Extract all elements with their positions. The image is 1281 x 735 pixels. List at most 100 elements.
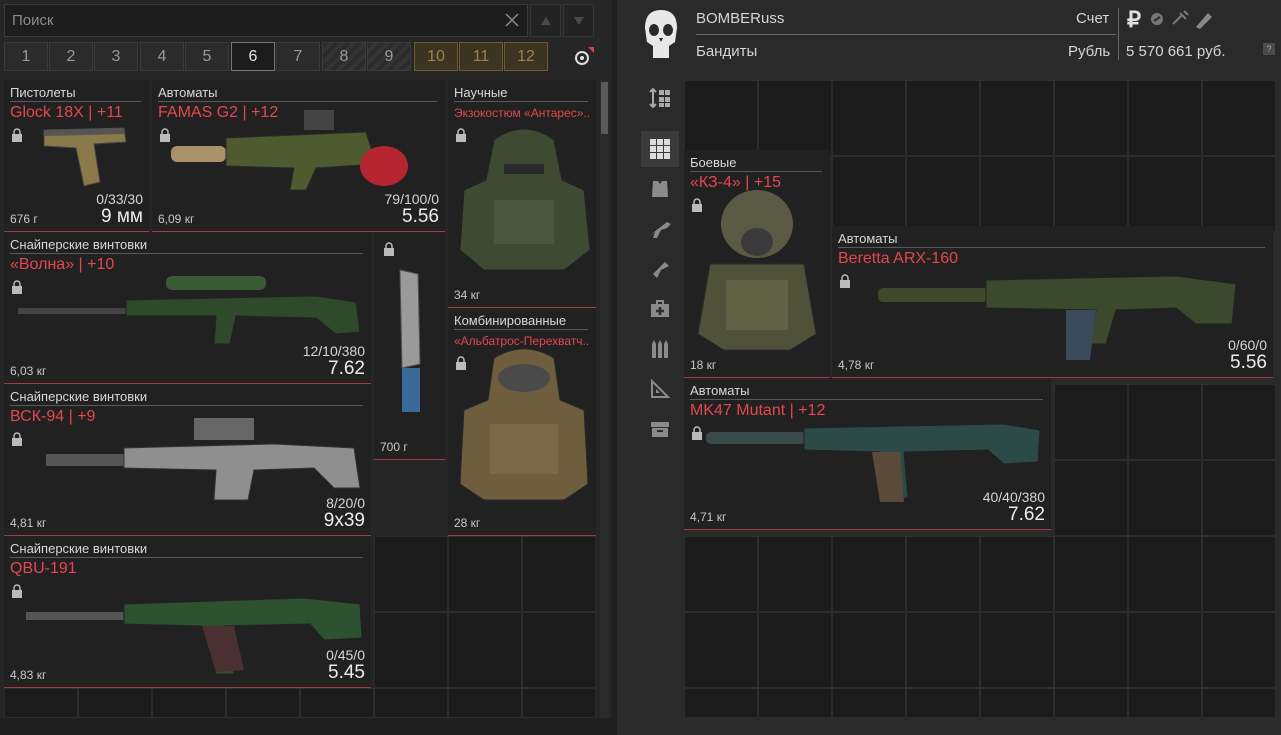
key-icon[interactable] xyxy=(1170,9,1190,29)
grid-cell[interactable] xyxy=(1054,156,1128,232)
tab-11[interactable]: 11 xyxy=(459,42,503,71)
grid-cell[interactable] xyxy=(448,688,522,718)
grid-cell[interactable] xyxy=(226,688,300,718)
grid-cell[interactable] xyxy=(1128,688,1202,718)
grid-cell[interactable] xyxy=(152,688,226,718)
filter-tools-button[interactable] xyxy=(641,371,679,407)
grid-cell[interactable] xyxy=(1202,536,1276,612)
filter-pistols-button[interactable] xyxy=(641,251,679,287)
grid-cell[interactable] xyxy=(684,536,758,612)
help-icon[interactable]: ? xyxy=(1263,43,1275,55)
grid-cell[interactable] xyxy=(980,156,1054,232)
item-mk47-mutant[interactable]: Автоматы MK47 Mutant | +12 40/40/380 7.6… xyxy=(684,378,1051,530)
filter-ammo-button[interactable] xyxy=(641,331,679,367)
grid-cell[interactable] xyxy=(906,612,980,688)
scrollbar-thumb[interactable] xyxy=(601,82,608,134)
grid-cell[interactable] xyxy=(1128,612,1202,688)
tab-12[interactable]: 12 xyxy=(504,42,548,71)
grid-cell[interactable] xyxy=(1054,384,1128,460)
item-volna[interactable]: Снайперские винтовки «Волна» | +10 12/10… xyxy=(4,232,371,384)
grid-cell[interactable] xyxy=(1202,80,1276,156)
coin-icon[interactable] xyxy=(1150,12,1164,26)
tab-9[interactable]: 9 xyxy=(367,42,411,71)
grid-cell[interactable] xyxy=(448,536,522,612)
filter-rifles-button[interactable] xyxy=(641,211,679,247)
grid-cell[interactable] xyxy=(758,688,832,718)
grid-cell[interactable] xyxy=(448,612,522,688)
grid-cell[interactable] xyxy=(1128,156,1202,232)
item-vsk-94[interactable]: Снайперские винтовки ВСК-94 | +9 8/20/0 … xyxy=(4,384,371,536)
grid-cell[interactable] xyxy=(758,612,832,688)
filter-misc-button[interactable] xyxy=(641,411,679,447)
grid-cell[interactable] xyxy=(980,612,1054,688)
grid-cell[interactable] xyxy=(832,612,906,688)
grid-cell[interactable] xyxy=(1054,536,1128,612)
grid-cell[interactable] xyxy=(906,80,980,156)
item-beretta-arx-160[interactable]: Автоматы Beretta ARX-160 0/60/0 5.56 4,7… xyxy=(832,226,1273,378)
item-glock-18x[interactable]: Пистолеты Glock 18X | +11 0/33/30 9 мм 6… xyxy=(4,80,149,232)
grid-cell[interactable] xyxy=(684,688,758,718)
grid-cell[interactable] xyxy=(1202,460,1276,536)
grid-cell[interactable] xyxy=(300,688,374,718)
grid-cell[interactable] xyxy=(1054,80,1128,156)
grid-cell[interactable] xyxy=(1202,156,1276,232)
tab-3[interactable]: 3 xyxy=(94,42,138,71)
tab-10[interactable]: 10 xyxy=(414,42,458,71)
scrollbar[interactable] xyxy=(600,80,609,718)
item-knife[interactable]: 700 г xyxy=(374,232,445,460)
grid-cell[interactable] xyxy=(832,536,906,612)
grid-cell[interactable] xyxy=(906,156,980,232)
grid-cell[interactable] xyxy=(1054,460,1128,536)
grid-cell[interactable] xyxy=(832,156,906,232)
ticket-icon[interactable] xyxy=(1192,9,1214,31)
grid-cell[interactable] xyxy=(4,688,78,718)
grid-cell[interactable] xyxy=(1128,384,1202,460)
tab-4[interactable]: 4 xyxy=(140,42,184,71)
grid-cell[interactable] xyxy=(832,688,906,718)
grid-cell[interactable] xyxy=(684,80,758,156)
grid-cell[interactable] xyxy=(1202,612,1276,688)
tab-6[interactable]: 6 xyxy=(231,42,275,71)
item-albatros[interactable]: Комбинированные «Альбатрос-Перехватч.. 2… xyxy=(448,308,596,536)
item-qbu-191[interactable]: Снайперские винтовки QBU-191 0/45/0 5.45… xyxy=(4,536,371,688)
grid-cell[interactable] xyxy=(684,612,758,688)
grid-cell[interactable] xyxy=(832,80,906,156)
grid-cell[interactable] xyxy=(1128,80,1202,156)
grid-cell[interactable] xyxy=(980,536,1054,612)
tab-2[interactable]: 2 xyxy=(49,42,93,71)
search-input[interactable] xyxy=(5,5,495,36)
grid-cell[interactable] xyxy=(374,536,448,612)
grid-cell[interactable] xyxy=(906,536,980,612)
tab-7[interactable]: 7 xyxy=(276,42,320,71)
grid-cell[interactable] xyxy=(78,688,152,718)
grid-cell[interactable] xyxy=(980,80,1054,156)
tab-1[interactable]: 1 xyxy=(4,42,48,71)
grid-cell[interactable] xyxy=(758,80,832,156)
sort-button[interactable] xyxy=(641,80,679,116)
ruble-icon[interactable]: ₽ xyxy=(1127,7,1141,33)
grid-cell[interactable] xyxy=(1054,612,1128,688)
grid-cell[interactable] xyxy=(980,688,1054,718)
grid-cell[interactable] xyxy=(1202,688,1276,718)
grid-cell[interactable] xyxy=(522,536,596,612)
item-antares-exosuit[interactable]: Научные Экзокостюм «Антарес».. 34 кг xyxy=(448,80,596,308)
grid-cell[interactable] xyxy=(1202,384,1276,460)
grid-cell[interactable] xyxy=(906,688,980,718)
item-kz-4[interactable]: Боевые «КЗ-4» | +15 18 кг xyxy=(684,150,830,378)
close-icon[interactable] xyxy=(505,13,519,27)
sort-up-button[interactable] xyxy=(530,4,561,37)
filter-armor-button[interactable] xyxy=(641,171,679,207)
grid-cell[interactable] xyxy=(522,612,596,688)
sort-down-button[interactable] xyxy=(563,4,594,37)
tab-5[interactable]: 5 xyxy=(185,42,229,71)
grid-cell[interactable] xyxy=(1128,536,1202,612)
filter-medkits-button[interactable] xyxy=(641,291,679,327)
grid-cell[interactable] xyxy=(758,536,832,612)
item-famas-g2[interactable]: Автоматы FAMAS G2 | +12 79/100/0 5.56 6,… xyxy=(152,80,445,232)
grid-cell[interactable] xyxy=(374,612,448,688)
grid-cell[interactable] xyxy=(522,688,596,718)
grid-cell[interactable] xyxy=(1054,688,1128,718)
filter-all-button[interactable] xyxy=(641,131,679,167)
filter-button[interactable] xyxy=(560,42,604,71)
tab-8[interactable]: 8 xyxy=(322,42,366,71)
